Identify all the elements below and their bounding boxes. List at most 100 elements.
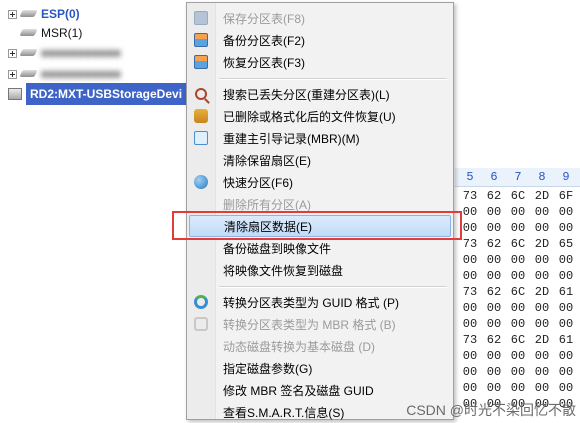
expand-icon[interactable] <box>8 9 17 19</box>
hex-cell[interactable]: 65 <box>555 236 577 252</box>
hex-cell[interactable]: 00 <box>531 348 553 364</box>
tree-item-msr[interactable]: MSR(1) <box>0 22 82 44</box>
hex-cell[interactable]: 62 <box>483 284 505 300</box>
hex-cell[interactable]: 00 <box>555 268 577 284</box>
hex-cell[interactable]: 00 <box>531 380 553 396</box>
hex-cell[interactable]: 6C <box>507 332 529 348</box>
hex-cell[interactable]: 00 <box>459 348 481 364</box>
hex-cell[interactable]: 73 <box>459 284 481 300</box>
menu-item-convert-to-guid[interactable]: 转换分区表类型为 GUID 格式 (P) <box>189 291 451 313</box>
menu-item-convert-to-mbr[interactable]: 转换分区表类型为 MBR 格式 (B) <box>189 313 451 335</box>
hex-cell[interactable]: 00 <box>459 220 481 236</box>
hex-cell[interactable]: 73 <box>459 188 481 204</box>
hex-cell[interactable]: 6C <box>507 188 529 204</box>
hex-cell[interactable]: 00 <box>459 316 481 332</box>
hex-cell[interactable]: 00 <box>555 316 577 332</box>
hex-row[interactable]: 73 62 6C 2D 61 <box>455 332 580 348</box>
menu-item-rebuild-mbr[interactable]: 重建主引导记录(MBR)(M) <box>189 127 451 149</box>
hex-cell[interactable]: 00 <box>555 364 577 380</box>
hex-cell[interactable]: 00 <box>507 364 529 380</box>
hex-row[interactable]: 00 00 00 00 00 <box>455 268 580 284</box>
hex-cell[interactable]: 00 <box>555 220 577 236</box>
hex-view[interactable]: 73 62 6C 2D 6F 00 00 00 00 00 00 00 00 00 00 73 62 6C 2D 65… <box>455 188 580 420</box>
hex-cell[interactable]: 00 <box>507 380 529 396</box>
hex-cell[interactable]: 00 <box>555 380 577 396</box>
hex-cell[interactable]: 62 <box>483 236 505 252</box>
hex-cell[interactable]: 62 <box>483 188 505 204</box>
hex-cell[interactable]: 00 <box>483 268 505 284</box>
hex-row[interactable]: 00 00 00 00 00 <box>455 220 580 236</box>
hex-row[interactable]: 73 62 6C 2D 61 <box>455 284 580 300</box>
hex-cell[interactable]: 61 <box>555 332 577 348</box>
menu-item-disk-parameters[interactable]: 指定磁盘参数(G) <box>189 357 451 379</box>
hex-cell[interactable]: 00 <box>483 220 505 236</box>
hex-cell[interactable]: 00 <box>555 300 577 316</box>
hex-cell[interactable]: 00 <box>507 204 529 220</box>
hex-row[interactable]: 00 00 00 00 00 <box>455 364 580 380</box>
menu-item-restore-image-to-disk[interactable]: 将映像文件恢复到磁盘 <box>189 259 451 281</box>
hex-cell[interactable]: 00 <box>507 268 529 284</box>
hex-cell[interactable]: 00 <box>531 268 553 284</box>
menu-item-search-lost-partition[interactable]: 搜索已丢失分区(重建分区表)(L) <box>189 83 451 105</box>
hex-cell[interactable]: 00 <box>555 252 577 268</box>
hex-cell[interactable]: 6C <box>507 284 529 300</box>
menu-item-modify-mbr-signature[interactable]: 修改 MBR 签名及磁盘 GUID <box>189 379 451 401</box>
hex-cell[interactable]: 00 <box>507 220 529 236</box>
hex-cell[interactable]: 00 <box>459 204 481 220</box>
hex-cell[interactable]: 2D <box>531 332 553 348</box>
hex-cell[interactable]: 2D <box>531 284 553 300</box>
hex-row[interactable]: 00 00 00 00 00 <box>455 380 580 396</box>
hex-cell[interactable]: 73 <box>459 236 481 252</box>
menu-item-quick-partition[interactable]: 快速分区(F6) <box>189 171 451 193</box>
hex-row[interactable]: 00 00 00 00 00 <box>455 316 580 332</box>
menu-item-dynamic-to-basic[interactable]: 动态磁盘转换为基本磁盘 (D) <box>189 335 451 357</box>
hex-cell[interactable]: 00 <box>507 300 529 316</box>
hex-cell[interactable]: 00 <box>507 348 529 364</box>
tree-item-hidden-1[interactable]: ■■■■■■■■■■■ <box>0 42 121 64</box>
menu-item-backup-partition-table[interactable]: 备份分区表(F2) <box>189 29 451 51</box>
expand-icon[interactable] <box>8 69 17 79</box>
hex-cell[interactable]: 00 <box>531 252 553 268</box>
hex-cell[interactable]: 00 <box>483 204 505 220</box>
hex-cell[interactable]: 00 <box>483 252 505 268</box>
hex-cell[interactable]: 6C <box>507 236 529 252</box>
menu-item-clear-reserved-sectors[interactable]: 清除保留扇区(E) <box>189 149 451 171</box>
expand-icon[interactable] <box>8 48 17 58</box>
hex-cell[interactable]: 2D <box>531 188 553 204</box>
hex-row[interactable]: 73 62 6C 2D 65 <box>455 236 580 252</box>
hex-row[interactable]: 00 00 00 00 00 <box>455 300 580 316</box>
hex-cell[interactable]: 00 <box>459 364 481 380</box>
hex-cell[interactable]: 00 <box>459 252 481 268</box>
hex-cell[interactable]: 00 <box>459 380 481 396</box>
hex-cell[interactable]: 00 <box>531 204 553 220</box>
hex-cell[interactable]: 00 <box>507 252 529 268</box>
hex-cell[interactable]: 00 <box>459 300 481 316</box>
menu-item-save-partition-table[interactable]: 保存分区表(F8) <box>189 7 451 29</box>
hex-row[interactable]: 00 00 00 00 00 <box>455 252 580 268</box>
hex-cell[interactable]: 00 <box>555 204 577 220</box>
hex-cell[interactable]: 62 <box>483 332 505 348</box>
hex-cell[interactable]: 00 <box>483 380 505 396</box>
hex-cell[interactable]: 00 <box>531 364 553 380</box>
menu-item-backup-disk-image[interactable]: 备份磁盘到映像文件 <box>189 237 451 259</box>
hex-cell[interactable]: 6F <box>555 188 577 204</box>
hex-cell[interactable]: 00 <box>531 316 553 332</box>
hex-cell[interactable]: 00 <box>555 348 577 364</box>
hex-row[interactable]: 00 00 00 00 00 <box>455 348 580 364</box>
menu-item-file-recovery[interactable]: 已删除或格式化后的文件恢复(U) <box>189 105 451 127</box>
hex-cell[interactable]: 61 <box>555 284 577 300</box>
hex-row[interactable]: 00 00 00 00 00 <box>455 204 580 220</box>
hex-cell[interactable]: 73 <box>459 332 481 348</box>
hex-cell[interactable]: 00 <box>531 300 553 316</box>
hex-cell[interactable]: 00 <box>483 316 505 332</box>
hex-cell[interactable]: 00 <box>483 348 505 364</box>
tree-item-hidden-2[interactable]: ■■■■■■■■■■■ <box>0 63 121 85</box>
hex-cell[interactable]: 2D <box>531 236 553 252</box>
hex-row[interactable]: 73 62 6C 2D 6F <box>455 188 580 204</box>
hex-cell[interactable]: 00 <box>459 268 481 284</box>
hex-cell[interactable]: 00 <box>483 364 505 380</box>
menu-item-restore-partition-table[interactable]: 恢复分区表(F3) <box>189 51 451 73</box>
hex-cell[interactable]: 00 <box>531 220 553 236</box>
hex-cell[interactable]: 00 <box>483 300 505 316</box>
hex-cell[interactable]: 00 <box>507 316 529 332</box>
